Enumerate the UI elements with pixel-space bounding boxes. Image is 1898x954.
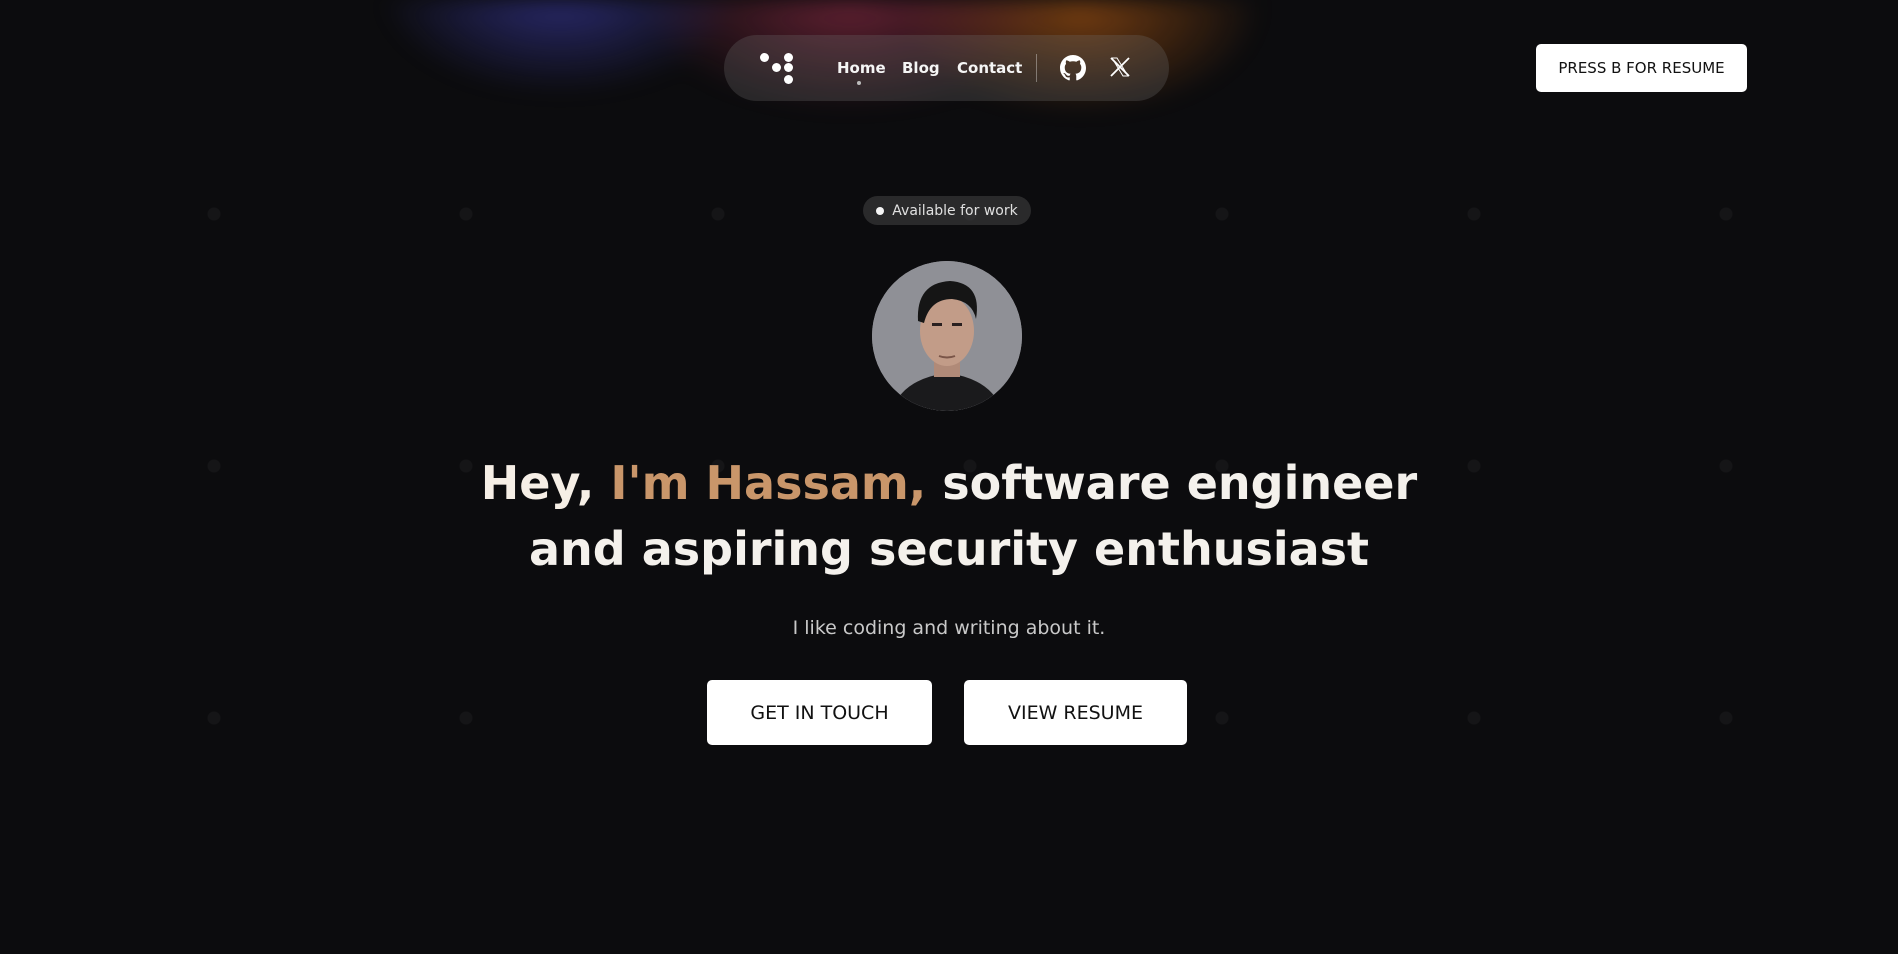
nav-link-contact[interactable]: Contact xyxy=(957,59,1022,77)
availability-label: Available for work xyxy=(892,202,1018,219)
status-dot-icon xyxy=(876,206,885,215)
availability-badge: Available for work xyxy=(863,196,1031,225)
x-icon[interactable] xyxy=(1108,55,1134,81)
nav-divider xyxy=(1036,54,1037,82)
get-in-touch-button[interactable]: GET IN TOUCH xyxy=(707,680,932,745)
hero-headline: Hey, I'm Hassam, software engineer and a… xyxy=(449,450,1449,582)
view-resume-button[interactable]: VIEW RESUME xyxy=(964,680,1187,745)
top-navbar: Home Blog Contact xyxy=(724,35,1169,101)
headline-line2: and aspiring security enthusiast xyxy=(528,522,1370,576)
github-icon[interactable] xyxy=(1060,55,1086,81)
press-b-resume-button[interactable]: PRESS B FOR RESUME xyxy=(1536,44,1747,92)
headline-role: software engineer xyxy=(942,456,1418,510)
site-logo-icon[interactable] xyxy=(758,49,798,89)
headline-hey: Hey, xyxy=(480,456,595,510)
nav-link-blog[interactable]: Blog xyxy=(902,59,940,77)
avatar xyxy=(872,261,1022,411)
hero-subtitle: I like coding and writing about it. xyxy=(792,617,1106,639)
nav-link-home[interactable]: Home xyxy=(837,59,886,77)
headline-name: I'm Hassam, xyxy=(610,456,927,510)
nav-active-indicator xyxy=(857,81,861,85)
